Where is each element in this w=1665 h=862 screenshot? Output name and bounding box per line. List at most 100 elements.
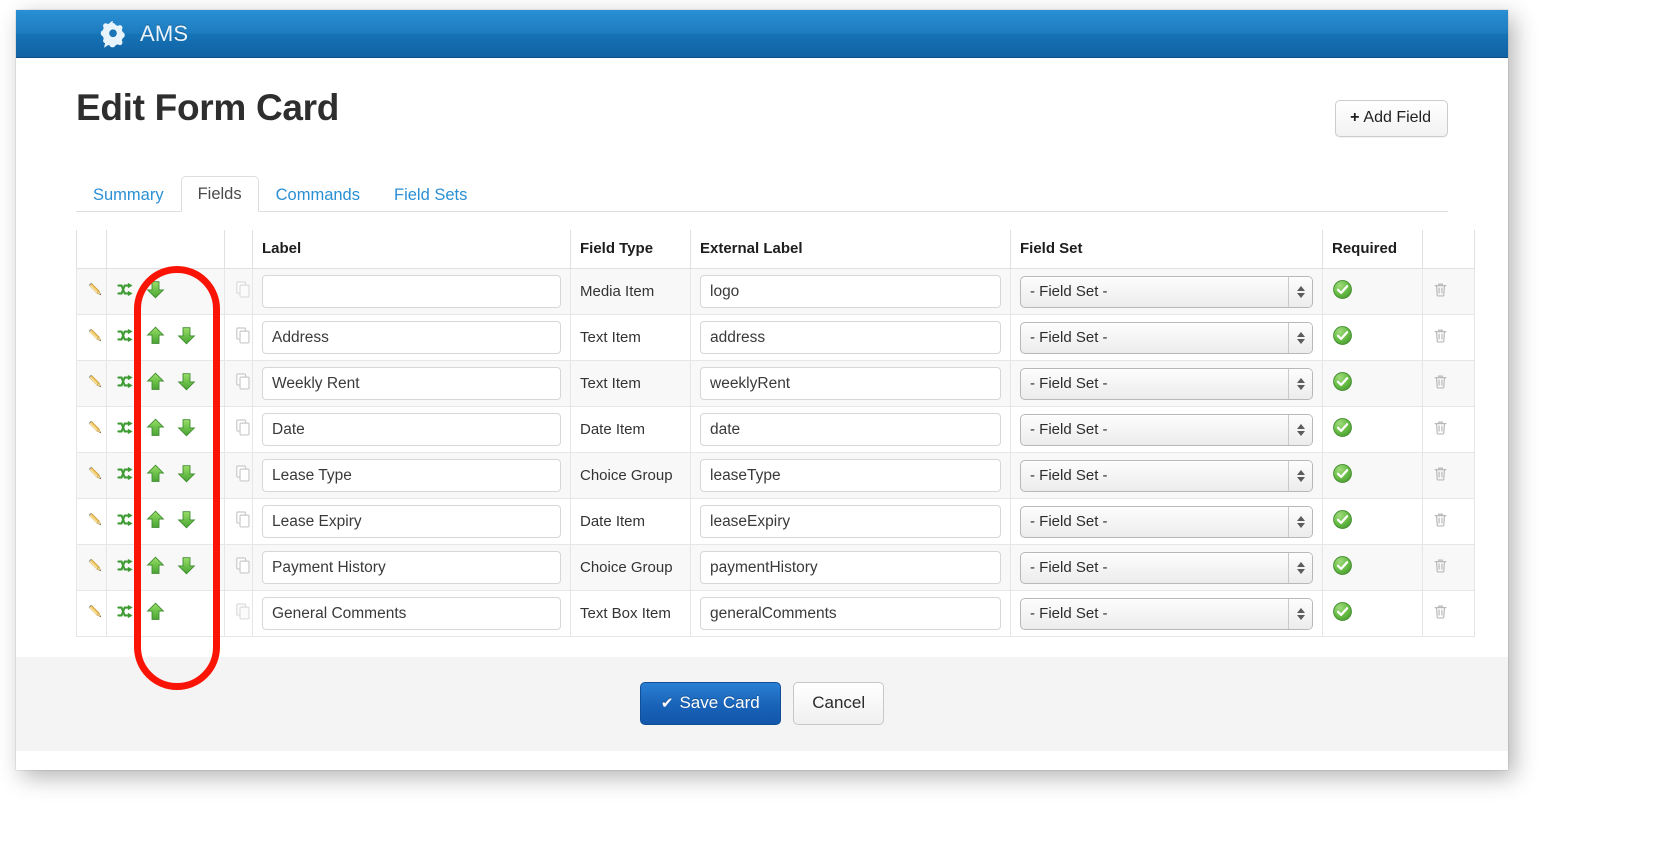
- field-set-select[interactable]: - Field Set -: [1020, 368, 1313, 400]
- check-circle-icon[interactable]: [1332, 333, 1353, 350]
- check-circle-icon[interactable]: [1332, 517, 1353, 534]
- copy-icon[interactable]: [234, 562, 253, 579]
- trash-icon[interactable]: [1432, 561, 1449, 578]
- pencil-icon[interactable]: [86, 287, 106, 304]
- pencil-icon[interactable]: [86, 563, 106, 580]
- arrow-down-icon[interactable]: [176, 325, 197, 350]
- field-set-select[interactable]: - Field Set -: [1020, 460, 1313, 492]
- external-label-input[interactable]: [700, 551, 1001, 584]
- shuffle-icon[interactable]: [116, 418, 135, 441]
- save-card-button[interactable]: ✔Save Card: [640, 682, 781, 725]
- arrow-down-icon[interactable]: [145, 279, 166, 304]
- label-input[interactable]: [262, 459, 561, 492]
- pencil-icon[interactable]: [86, 379, 106, 396]
- duplicate-cell: [225, 315, 253, 361]
- external-label-input[interactable]: [700, 459, 1001, 492]
- copy-icon[interactable]: [234, 378, 253, 395]
- arrow-down-icon[interactable]: [176, 371, 197, 396]
- label-input[interactable]: [262, 321, 561, 354]
- reorder-cell: [107, 545, 225, 591]
- delete-cell: [1423, 269, 1475, 315]
- label-input[interactable]: [262, 551, 561, 584]
- external-label-input[interactable]: [700, 321, 1001, 354]
- field-set-select[interactable]: - Field Set -: [1020, 598, 1313, 630]
- add-field-button[interactable]: +Add Field: [1335, 100, 1448, 137]
- trash-icon[interactable]: [1432, 515, 1449, 532]
- th-required: Required: [1323, 230, 1423, 269]
- field-set-select[interactable]: - Field Set -: [1020, 322, 1313, 354]
- check-circle-icon[interactable]: [1332, 379, 1353, 396]
- brand[interactable]: AMS: [98, 19, 188, 49]
- field-set-select[interactable]: - Field Set -: [1020, 552, 1313, 584]
- reorder-cell: [107, 269, 225, 315]
- check-circle-icon[interactable]: [1332, 471, 1353, 488]
- external-label-input[interactable]: [700, 413, 1001, 446]
- arrow-up-icon[interactable]: [145, 601, 166, 626]
- check-circle-icon[interactable]: [1332, 287, 1353, 304]
- arrow-down-icon[interactable]: [176, 509, 197, 534]
- th-field-set: Field Set: [1011, 230, 1323, 269]
- copy-icon[interactable]: [234, 608, 253, 625]
- trash-icon[interactable]: [1432, 285, 1449, 302]
- label-cell: [253, 315, 571, 361]
- external-label-input[interactable]: [700, 597, 1001, 630]
- field-set-select[interactable]: - Field Set -: [1020, 414, 1313, 446]
- label-input[interactable]: [262, 367, 561, 400]
- tab-fields[interactable]: Fields: [181, 176, 259, 213]
- shuffle-icon[interactable]: [116, 280, 135, 303]
- arrow-up-icon[interactable]: [145, 463, 166, 488]
- tab-commands[interactable]: Commands: [259, 177, 377, 213]
- check-circle-icon[interactable]: [1332, 425, 1353, 442]
- arrow-down-icon[interactable]: [176, 417, 197, 442]
- shuffle-icon[interactable]: [116, 372, 135, 395]
- save-card-label: Save Card: [679, 693, 759, 712]
- copy-icon[interactable]: [234, 516, 253, 533]
- shuffle-icon[interactable]: [116, 326, 135, 349]
- external-label-cell: [691, 499, 1011, 545]
- arrow-up-icon[interactable]: [145, 509, 166, 534]
- shuffle-icon[interactable]: [116, 602, 135, 625]
- chevron-updown-icon: [1288, 277, 1312, 307]
- shuffle-icon[interactable]: [116, 464, 135, 487]
- arrow-up-icon[interactable]: [145, 417, 166, 442]
- arrow-up-icon[interactable]: [145, 371, 166, 396]
- field-set-value: - Field Set -: [1030, 375, 1108, 392]
- copy-icon[interactable]: [234, 332, 253, 349]
- shuffle-icon[interactable]: [116, 556, 135, 579]
- external-label-input[interactable]: [700, 275, 1001, 308]
- external-label-input[interactable]: [700, 367, 1001, 400]
- trash-icon[interactable]: [1432, 423, 1449, 440]
- field-set-select[interactable]: - Field Set -: [1020, 276, 1313, 308]
- label-input[interactable]: [262, 275, 561, 308]
- pencil-icon[interactable]: [86, 425, 106, 442]
- check-circle-icon[interactable]: [1332, 609, 1353, 626]
- arrow-down-icon[interactable]: [176, 555, 197, 580]
- copy-icon[interactable]: [234, 470, 253, 487]
- trash-icon[interactable]: [1432, 377, 1449, 394]
- label-cell: [253, 269, 571, 315]
- label-input[interactable]: [262, 413, 561, 446]
- copy-icon[interactable]: [234, 424, 253, 441]
- tab-summary[interactable]: Summary: [76, 177, 181, 213]
- label-input[interactable]: [262, 597, 561, 630]
- pencil-icon[interactable]: [86, 609, 106, 626]
- arrow-down-icon[interactable]: [176, 463, 197, 488]
- check-circle-icon[interactable]: [1332, 563, 1353, 580]
- cancel-button[interactable]: Cancel: [793, 682, 884, 725]
- shuffle-icon[interactable]: [116, 510, 135, 533]
- trash-icon[interactable]: [1432, 469, 1449, 486]
- trash-icon[interactable]: [1432, 607, 1449, 624]
- field-set-cell: - Field Set -: [1011, 499, 1323, 545]
- field-set-select[interactable]: - Field Set -: [1020, 506, 1313, 538]
- pencil-icon[interactable]: [86, 517, 106, 534]
- trash-icon[interactable]: [1432, 331, 1449, 348]
- pencil-icon[interactable]: [86, 333, 106, 350]
- arrow-up-icon[interactable]: [145, 325, 166, 350]
- arrow-up-icon[interactable]: [145, 555, 166, 580]
- pencil-icon[interactable]: [86, 471, 106, 488]
- edit-field-cell: [77, 499, 107, 545]
- tab-field-sets[interactable]: Field Sets: [377, 177, 484, 213]
- external-label-input[interactable]: [700, 505, 1001, 538]
- copy-icon[interactable]: [234, 286, 253, 303]
- label-input[interactable]: [262, 505, 561, 538]
